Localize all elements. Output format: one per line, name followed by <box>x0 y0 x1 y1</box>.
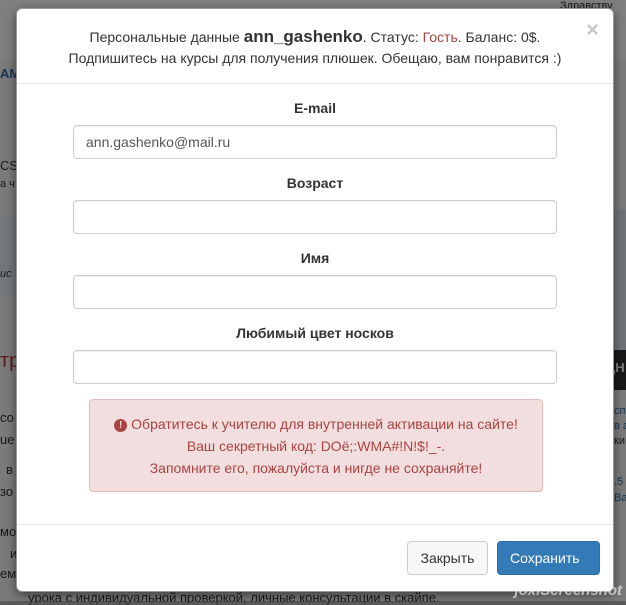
alert-warning-text: Запомните его, пожалуйста и нигде не сох… <box>149 460 483 476</box>
modal-header: Персональные данные ann_gashenko. Статус… <box>17 9 613 84</box>
profile-modal: Персональные данные ann_gashenko. Статус… <box>16 8 614 592</box>
activation-alert: ! Обратитесь к учителю для внутренней акт… <box>89 399 543 492</box>
header-prefix: Персональные данные <box>89 29 240 45</box>
status-value: Гость <box>422 29 458 45</box>
close-icon[interactable]: × <box>586 19 599 41</box>
alert-message: Обратитесь к учителю для внутренней акти… <box>131 416 518 432</box>
exclamation-circle-icon: ! <box>114 419 128 432</box>
alert-line-1: ! Обратитесь к учителю для внутренней акт… <box>90 413 542 435</box>
name-field[interactable] <box>73 275 557 309</box>
name-label: Имя <box>300 250 330 266</box>
modal-body: E-mail Возраст Имя Любимый цвет носков !… <box>17 84 613 525</box>
email-field[interactable] <box>73 125 557 159</box>
secret-code-text: Ваш секретный код: DOё;:WMA#!N!$!_-. <box>186 438 446 454</box>
balance-text: . Баланс: 0$. <box>457 29 541 45</box>
sock-color-label: Любимый цвет носков <box>236 325 394 341</box>
subscribe-hint: Подпишитесь на курсы для получения плюше… <box>68 50 562 66</box>
modal-footer: Закрыть Сохранить <box>17 524 613 591</box>
age-field[interactable] <box>73 200 557 234</box>
profile-summary: Персональные данные ann_gashenko. Статус… <box>17 26 613 48</box>
close-button[interactable]: Закрыть <box>407 541 488 575</box>
age-label: Возраст <box>286 175 344 191</box>
sock-color-field[interactable] <box>73 350 557 384</box>
status-label: . Статус: <box>362 29 419 45</box>
screenshot-watermark: joxiScreenshot <box>514 582 622 599</box>
save-button[interactable]: Сохранить <box>497 541 600 575</box>
email-label: E-mail <box>293 100 336 116</box>
username: ann_gashenko <box>243 27 363 46</box>
